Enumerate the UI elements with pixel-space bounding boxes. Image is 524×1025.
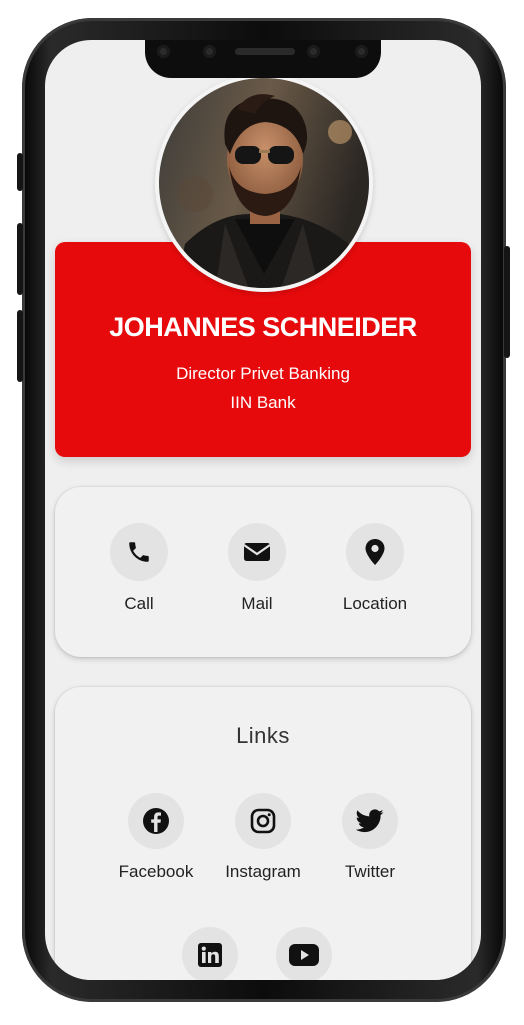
links-card: Links Facebook Instagram Twitter: [55, 687, 471, 980]
instagram-link[interactable]: Instagram: [208, 793, 318, 882]
location-pin-icon: [346, 523, 404, 581]
phone-icon: [110, 523, 168, 581]
facebook-link[interactable]: Facebook: [101, 793, 211, 882]
instagram-label: Instagram: [225, 862, 301, 881]
location-label: Location: [342, 594, 408, 613]
twitter-link[interactable]: Twitter: [315, 793, 425, 882]
links-heading: Links: [236, 723, 290, 748]
power-button: [504, 246, 510, 358]
mail-icon: [228, 523, 286, 581]
facebook-label: Facebook: [118, 862, 194, 881]
mail-label: Mail: [241, 594, 273, 613]
instagram-icon: [235, 793, 291, 849]
call-label: Call: [124, 594, 154, 613]
profile-company: IIN Bank: [230, 393, 296, 412]
phone-screen: JOHANNES SCHNEIDER Director Privet Banki…: [45, 40, 481, 980]
profile-job-title: Director Privet Banking: [176, 364, 350, 383]
sensor: [307, 45, 320, 58]
sensor: [355, 45, 368, 58]
front-camera: [157, 45, 170, 58]
profile-name: JOHANNES SCHNEIDER: [109, 312, 417, 342]
youtube-link[interactable]: [249, 927, 359, 980]
sensor: [203, 45, 216, 58]
twitter-icon: [342, 793, 398, 849]
location-button[interactable]: Location: [320, 523, 430, 614]
avatar: [155, 74, 373, 292]
contact-actions-card: Call Mail Location: [55, 487, 471, 657]
call-button[interactable]: Call: [84, 523, 194, 614]
volume-down-button: [17, 310, 23, 382]
mute-switch: [17, 153, 23, 191]
phone-notch: [145, 40, 381, 78]
volume-up-button: [17, 223, 23, 295]
linkedin-icon: [182, 927, 238, 980]
mail-button[interactable]: Mail: [202, 523, 312, 614]
youtube-icon: [276, 927, 332, 980]
twitter-label: Twitter: [344, 862, 396, 881]
facebook-icon: [128, 793, 184, 849]
earpiece-speaker: [235, 48, 295, 55]
